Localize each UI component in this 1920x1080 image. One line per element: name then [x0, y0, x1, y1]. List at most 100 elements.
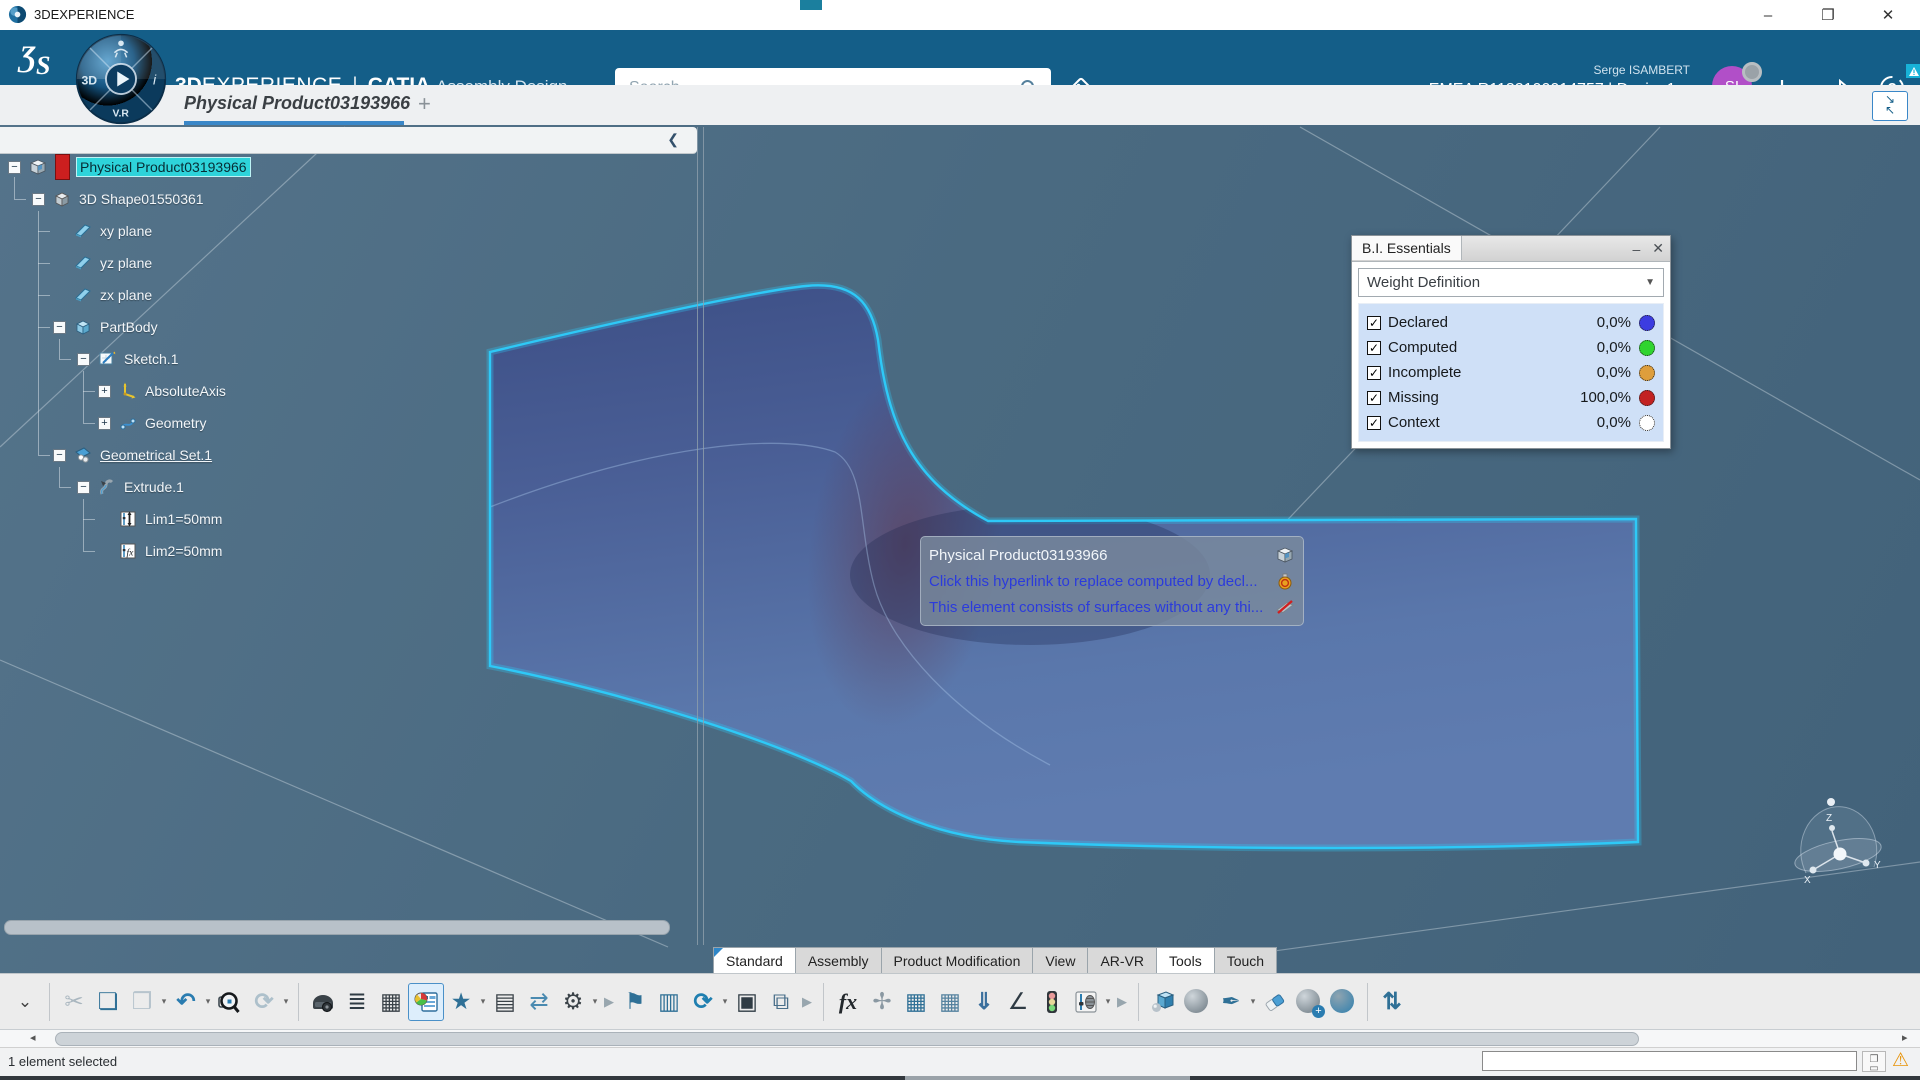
table-icon[interactable]: ▦	[899, 984, 933, 1020]
tree-panel-separator[interactable]	[697, 127, 704, 945]
traffic-light-icon[interactable]	[1035, 984, 1069, 1020]
options-gear-icon[interactable]: ⚙	[556, 984, 590, 1020]
tree-item-absoluteaxis[interactable]: + AbsoluteAxis	[98, 376, 226, 406]
tree-item-label[interactable]: PartBody	[100, 319, 158, 335]
collapse-node-icon[interactable]: −	[8, 161, 21, 174]
bi-panel-titlebar[interactable]: B.I. Essentials – ✕	[1352, 236, 1670, 261]
more-arrow-icon[interactable]: ▶	[1113, 984, 1131, 1020]
visual-filter-icon[interactable]	[1069, 984, 1103, 1020]
checkbox-checked-icon[interactable]: ✓	[1367, 366, 1381, 380]
paste-icon[interactable]: ❒	[125, 984, 159, 1020]
collapse-frame-button[interactable]: ↘↖	[1872, 91, 1908, 121]
tree-item-lim1-50mm[interactable]: Lim1=50mm	[98, 504, 222, 534]
bi-mode-dropdown[interactable]: Weight Definition ▼	[1358, 268, 1664, 297]
section-tab-product-modification[interactable]: Product Modification	[881, 947, 1034, 973]
dropdown-caret-icon[interactable]: ▾	[203, 996, 213, 1007]
exchange-arrows-icon[interactable]: ⇅	[1375, 984, 1409, 1020]
dropdown-caret-icon[interactable]: ▾	[1248, 996, 1258, 1007]
tree-item-label[interactable]: Geometry	[145, 415, 206, 431]
power-zoom-icon[interactable]	[213, 984, 247, 1020]
compare-icon[interactable]: ⇄	[522, 984, 556, 1020]
dropdown-caret-icon[interactable]: ▾	[1103, 996, 1113, 1007]
dropdown-caret-icon[interactable]: ▾	[720, 996, 730, 1007]
sketch-icon[interactable]	[97, 349, 117, 369]
tree-item-yz-plane[interactable]: yz plane	[53, 248, 152, 278]
tree-item-label[interactable]: zx plane	[100, 287, 152, 303]
close-panel-icon[interactable]: ✕	[1652, 240, 1664, 257]
refresh-icon[interactable]: ⟳	[686, 984, 720, 1020]
tree-item-label[interactable]: Geometrical Set.1	[100, 447, 212, 463]
tree-item-geometry[interactable]: + Geometry	[98, 408, 206, 438]
bookmark-tree-icon[interactable]: ⚑	[618, 984, 652, 1020]
section-tab-tools[interactable]: Tools	[1156, 947, 1215, 973]
notes-icon[interactable]: ▤	[488, 984, 522, 1020]
save-icon[interactable]	[306, 984, 340, 1020]
tree-item-sketch-1[interactable]: − Sketch.1	[77, 344, 178, 374]
axis-icon[interactable]	[118, 381, 138, 401]
minimize-button[interactable]: –	[1748, 4, 1788, 26]
scroll-right-icon[interactable]: ▸	[1902, 1031, 1908, 1044]
expand-node-icon[interactable]: +	[98, 417, 111, 430]
collapse-node-icon[interactable]: −	[77, 353, 90, 366]
collapse-tree-icon[interactable]: ❮	[667, 131, 679, 148]
lim1-icon[interactable]	[118, 509, 138, 529]
cut-icon[interactable]: ✂	[57, 984, 91, 1020]
favorites-star-icon[interactable]: ★	[444, 984, 478, 1020]
scroll-left-icon[interactable]: ◂	[30, 1031, 36, 1044]
compass-button[interactable]: 3D i V.R	[74, 32, 168, 126]
tree-order-icon[interactable]: ≣	[340, 984, 374, 1020]
tree-item-extrude-1[interactable]: −Extrude.1	[77, 472, 184, 502]
measure-icon[interactable]: ∠	[1001, 984, 1035, 1020]
pivot-table-icon[interactable]: ▦	[933, 984, 967, 1020]
picker-pen-icon[interactable]: ✒	[1214, 984, 1248, 1020]
restore-button[interactable]: ❐	[1808, 4, 1848, 26]
command-input[interactable]	[1482, 1051, 1857, 1071]
checkbox-checked-icon[interactable]: ✓	[1367, 341, 1381, 355]
formula-fx-icon[interactable]: fx	[831, 984, 865, 1020]
window-layout-icon[interactable]: ▦	[374, 984, 408, 1020]
tree-item-label[interactable]: Lim2=50mm	[145, 543, 222, 559]
export-icon[interactable]: ⇓	[967, 984, 1001, 1020]
tree-item-xy-plane[interactable]: xy plane	[53, 216, 152, 246]
material-apply-icon[interactable]	[1326, 984, 1360, 1020]
section-tab-view[interactable]: View	[1032, 947, 1088, 973]
tree-item-label[interactable]: Physical Product03193966	[77, 158, 250, 176]
checkbox-checked-icon[interactable]: ✓	[1367, 416, 1381, 430]
tooltip-link-weight[interactable]: Click this hyperlink to replace computed…	[929, 573, 1257, 590]
catalog-books-icon[interactable]: ▥	[652, 984, 686, 1020]
bi-essentials-icon[interactable]	[408, 983, 444, 1021]
toolbar-overflow-chevron-icon[interactable]: ⌄	[8, 984, 42, 1020]
checkbox-checked-icon[interactable]: ✓	[1367, 316, 1381, 330]
bom-icon[interactable]: ⧉	[764, 984, 798, 1020]
tree-horizontal-scrollbar[interactable]	[4, 920, 670, 935]
expand-node-icon[interactable]: +	[98, 385, 111, 398]
material-add-icon[interactable]: +	[1292, 984, 1326, 1020]
close-button[interactable]: ✕	[1868, 4, 1908, 26]
checkbox-checked-icon[interactable]: ✓	[1367, 391, 1381, 405]
section-tab-touch[interactable]: Touch	[1214, 947, 1277, 973]
plane-icon[interactable]	[73, 253, 93, 273]
insert-part-icon[interactable]	[1146, 984, 1180, 1020]
tree-item-label[interactable]: xy plane	[100, 223, 152, 239]
material-sphere-icon[interactable]	[1180, 984, 1214, 1020]
section-tab-standard[interactable]: Standard	[713, 947, 796, 973]
dropdown-caret-icon[interactable]: ▾	[590, 996, 600, 1007]
tree-item-label[interactable]: Sketch.1	[124, 351, 178, 367]
dropdown-caret-icon[interactable]: ▾	[281, 996, 291, 1007]
tree-item-label[interactable]: Extrude.1	[124, 479, 184, 495]
section-tab-assembly[interactable]: Assembly	[795, 947, 882, 973]
tree-item-physical-product03193966[interactable]: − Physical Product03193966	[8, 152, 250, 182]
tree-item-label[interactable]: 3D Shape01550361	[79, 191, 204, 207]
tree-item-label[interactable]: yz plane	[100, 255, 152, 271]
product-icon[interactable]	[28, 157, 48, 177]
minimize-panel-icon[interactable]: –	[1632, 241, 1640, 257]
extrude-icon[interactable]	[97, 477, 117, 497]
geoset-icon[interactable]	[73, 445, 93, 465]
document-tab[interactable]: Physical Product03193966	[184, 93, 410, 114]
tree-item-label[interactable]: AbsoluteAxis	[145, 383, 226, 399]
plane-icon[interactable]	[73, 221, 93, 241]
status-window-button[interactable]: ❐▭	[1862, 1051, 1886, 1072]
update-icon[interactable]: ⟳	[247, 984, 281, 1020]
collapse-node-icon[interactable]: −	[53, 321, 66, 334]
tree-item-3d-shape01550361[interactable]: −3D Shape01550361	[32, 184, 204, 214]
